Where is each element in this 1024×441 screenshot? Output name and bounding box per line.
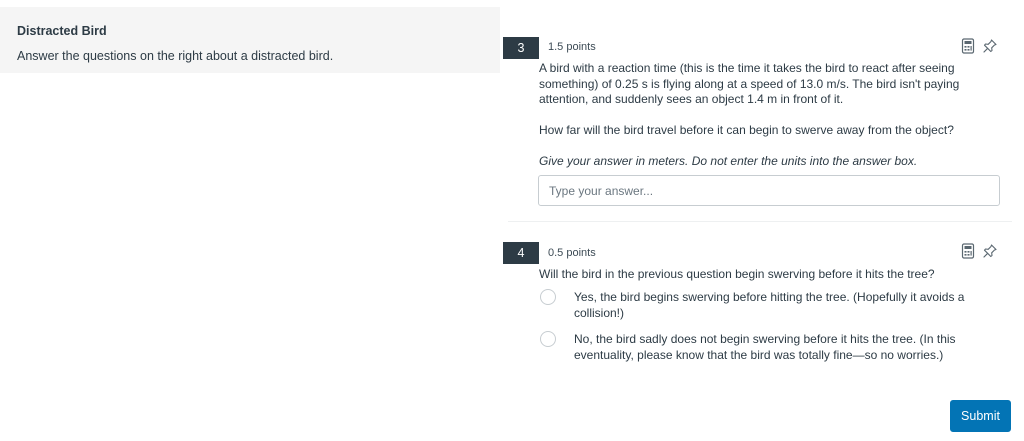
question-number-badge: 4	[503, 242, 539, 264]
question-divider	[508, 221, 1012, 222]
answer-option-label[interactable]: No, the bird sadly does not begin swervi…	[574, 331, 994, 363]
answer-input[interactable]	[538, 175, 1000, 206]
answer-instruction: Give your answer in meters. Do not enter…	[539, 154, 918, 168]
calculator-icon[interactable]	[961, 38, 975, 54]
question-number-badge: 3	[503, 37, 539, 59]
intro-description: Answer the questions on the right about …	[17, 49, 334, 63]
answer-option-radio[interactable]	[540, 331, 556, 347]
question-text: A bird with a reaction time (this is the…	[539, 61, 960, 106]
calculator-icon[interactable]	[961, 243, 975, 259]
answer-option-label[interactable]: Yes, the bird begins swerving before hit…	[574, 289, 994, 321]
intro-panel: Distracted Bird Answer the questions on …	[0, 7, 500, 73]
answer-option-radio[interactable]	[540, 289, 556, 305]
question-points: 1.5 points	[548, 41, 596, 53]
pin-icon[interactable]	[983, 39, 997, 53]
pin-icon[interactable]	[983, 244, 997, 258]
question-points: 0.5 points	[548, 247, 596, 259]
question-text: Will the bird in the previous question b…	[539, 267, 935, 281]
intro-title: Distracted Bird	[17, 24, 107, 38]
submit-button[interactable]: Submit	[950, 400, 1011, 432]
question-prompt: How far will the bird travel before it c…	[539, 123, 954, 137]
